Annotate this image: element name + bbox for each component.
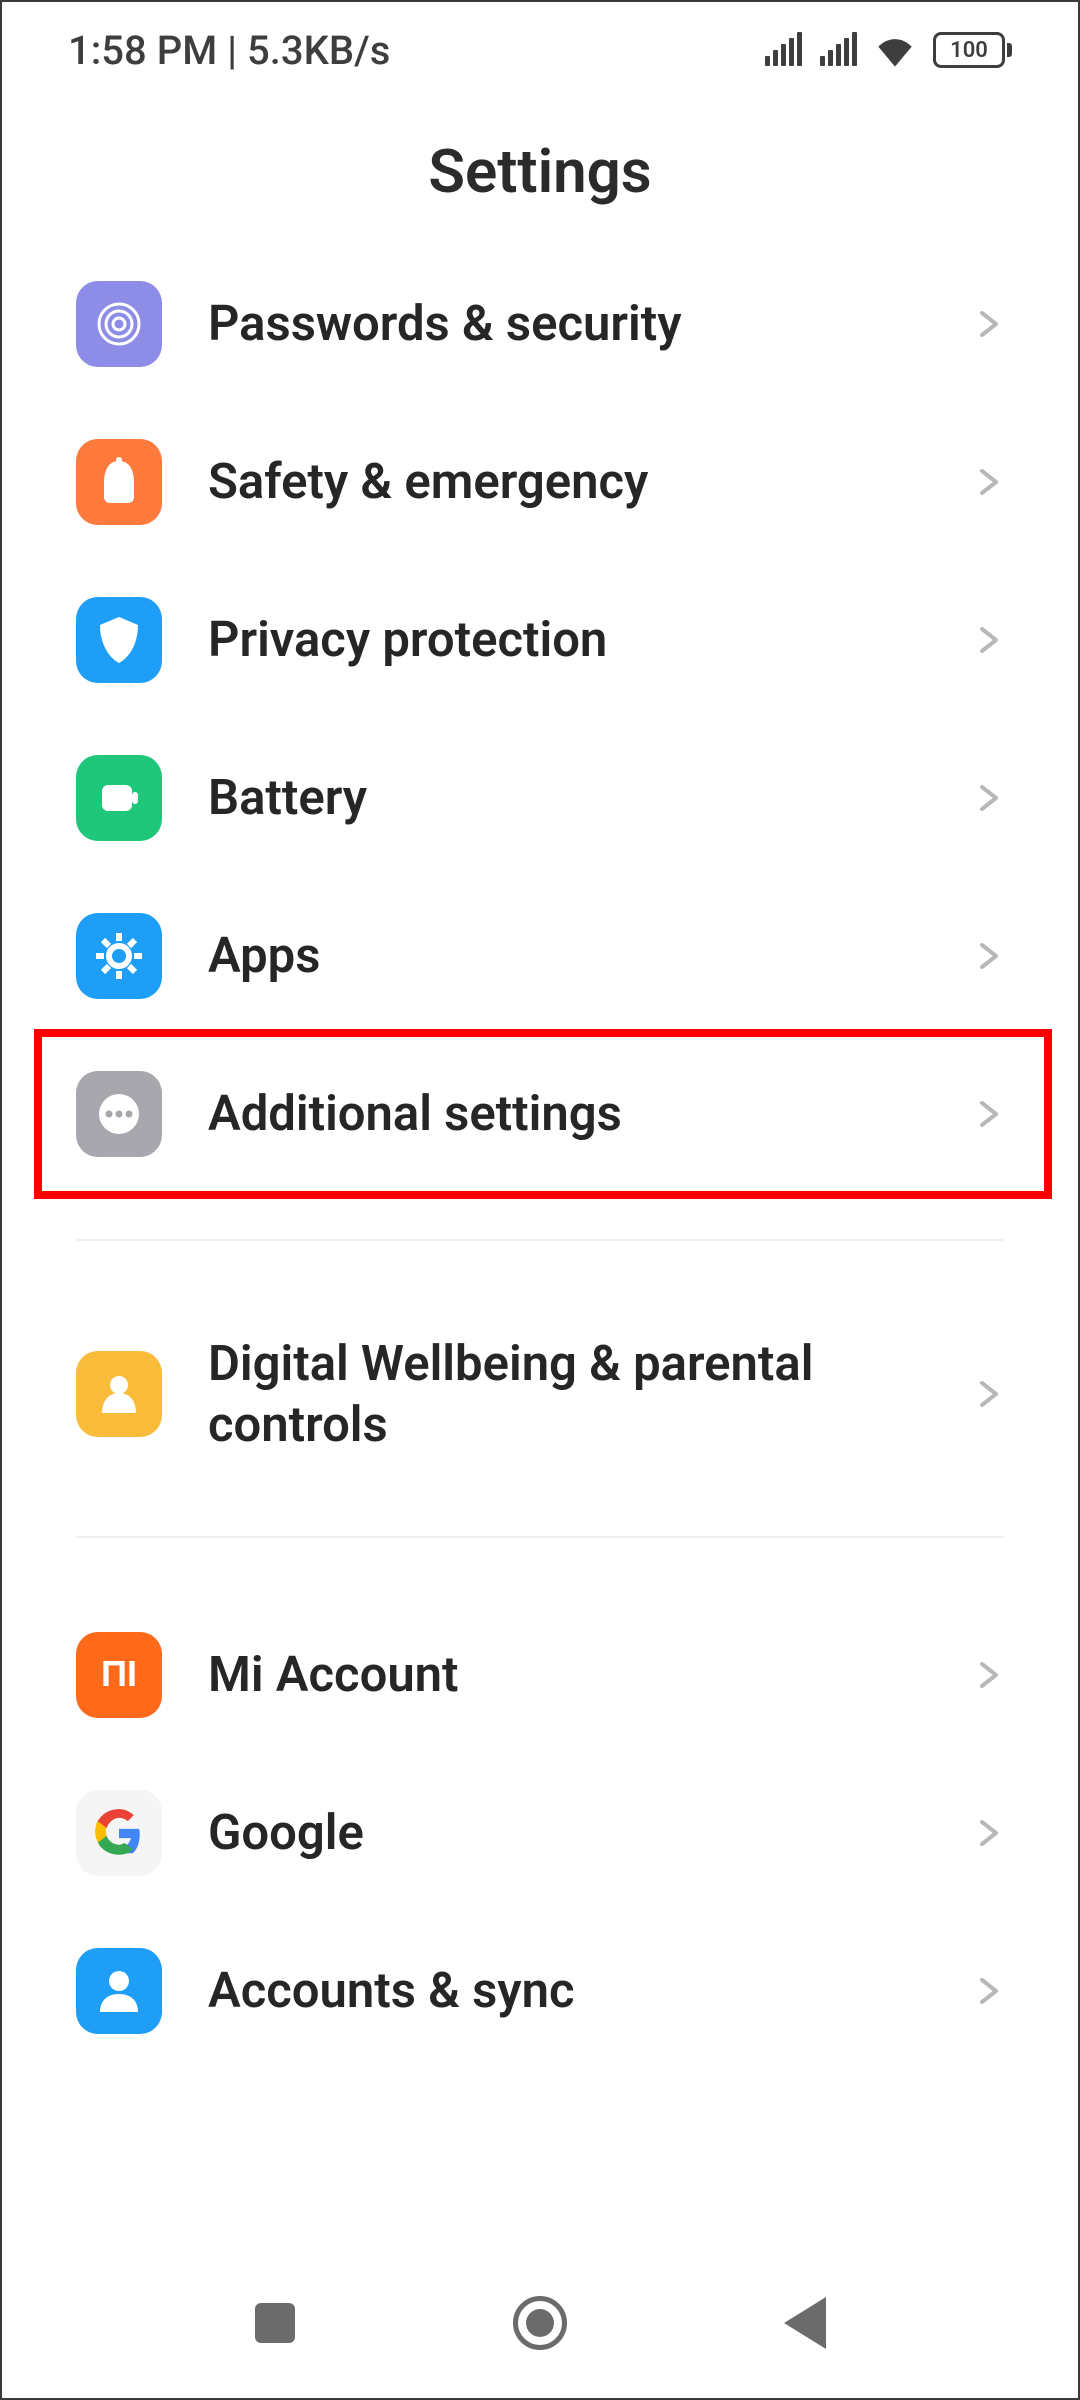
- settings-item-label: Privacy protection: [208, 609, 928, 670]
- nav-back-button[interactable]: [776, 2294, 834, 2352]
- settings-item-google[interactable]: Google: [2, 1754, 1078, 1912]
- signal-sim1-icon: [765, 34, 802, 66]
- signal-sim2-icon: [820, 34, 857, 66]
- person-icon: [76, 1948, 162, 2034]
- status-time-net: 1:58 PM | 5.3KB/s: [68, 27, 390, 74]
- chevron-right-icon: [974, 1660, 1004, 1690]
- chevron-right-icon: [974, 1099, 1004, 1129]
- settings-item-additional-settings[interactable]: Additional settings: [2, 1035, 1078, 1193]
- wifi-icon: [875, 33, 915, 67]
- settings-item-label: Battery: [208, 767, 928, 828]
- navigation-bar: [2, 2248, 1078, 2398]
- settings-item-digital-wellbeing-parental-controls[interactable]: Digital Wellbeing & parental controls: [2, 1299, 1078, 1490]
- battery-icon: [76, 755, 162, 841]
- chevron-right-icon: [974, 783, 1004, 813]
- settings-item-privacy-protection[interactable]: Privacy protection: [2, 561, 1078, 719]
- settings-item-label: Additional settings: [208, 1083, 928, 1144]
- battery-icon: 100: [933, 32, 1012, 68]
- settings-item-label: Google: [208, 1802, 928, 1863]
- dots-icon: [76, 1071, 162, 1157]
- settings-item-label: Apps: [208, 925, 928, 986]
- chevron-right-icon: [974, 1976, 1004, 2006]
- settings-item-label: Accounts & sync: [208, 1960, 928, 2021]
- page-title: Settings: [2, 136, 1078, 207]
- status-net-speed: 5.3KB/s: [247, 27, 390, 74]
- shield-icon: [76, 597, 162, 683]
- settings-item-mi-account[interactable]: Mi Account: [2, 1596, 1078, 1754]
- settings-item-label: Passwords & security: [208, 293, 928, 354]
- chevron-right-icon: [974, 1818, 1004, 1848]
- settings-item-passwords-security[interactable]: Passwords & security: [2, 245, 1078, 403]
- settings-item-label: Safety & emergency: [208, 451, 928, 512]
- chevron-right-icon: [974, 1379, 1004, 1409]
- status-right: 100: [765, 32, 1012, 68]
- gear-icon: [76, 913, 162, 999]
- settings-item-safety-emergency[interactable]: Safety & emergency: [2, 403, 1078, 561]
- group-divider: [76, 1239, 1004, 1241]
- chevron-right-icon: [974, 309, 1004, 339]
- settings-item-battery[interactable]: Battery: [2, 719, 1078, 877]
- mi-icon: [76, 1632, 162, 1718]
- status-time: 1:58 PM: [68, 27, 217, 74]
- battery-percent: 100: [933, 32, 1005, 68]
- wellbeing-icon: [76, 1351, 162, 1437]
- chevron-right-icon: [974, 467, 1004, 497]
- chevron-right-icon: [974, 625, 1004, 655]
- settings-item-label: Mi Account: [208, 1644, 928, 1705]
- fingerprint-icon: [76, 281, 162, 367]
- triangle-back-icon: [784, 2297, 826, 2349]
- settings-item-label: Digital Wellbeing & parental controls: [208, 1333, 928, 1456]
- nav-recents-button[interactable]: [246, 2294, 304, 2352]
- sos-icon: [76, 439, 162, 525]
- settings-item-accounts-sync[interactable]: Accounts & sync: [2, 1912, 1078, 2070]
- google-icon: [76, 1790, 162, 1876]
- nav-home-button[interactable]: [511, 2294, 569, 2352]
- chevron-right-icon: [974, 941, 1004, 971]
- group-divider: [76, 1536, 1004, 1538]
- square-icon: [255, 2303, 295, 2343]
- status-bar: 1:58 PM | 5.3KB/s 100: [2, 2, 1078, 98]
- settings-list: Passwords & security Safety & emergency Pr…: [2, 245, 1078, 2248]
- page-header: Settings: [2, 98, 1078, 245]
- settings-item-apps[interactable]: Apps: [2, 877, 1078, 1035]
- circle-icon: [513, 2296, 567, 2350]
